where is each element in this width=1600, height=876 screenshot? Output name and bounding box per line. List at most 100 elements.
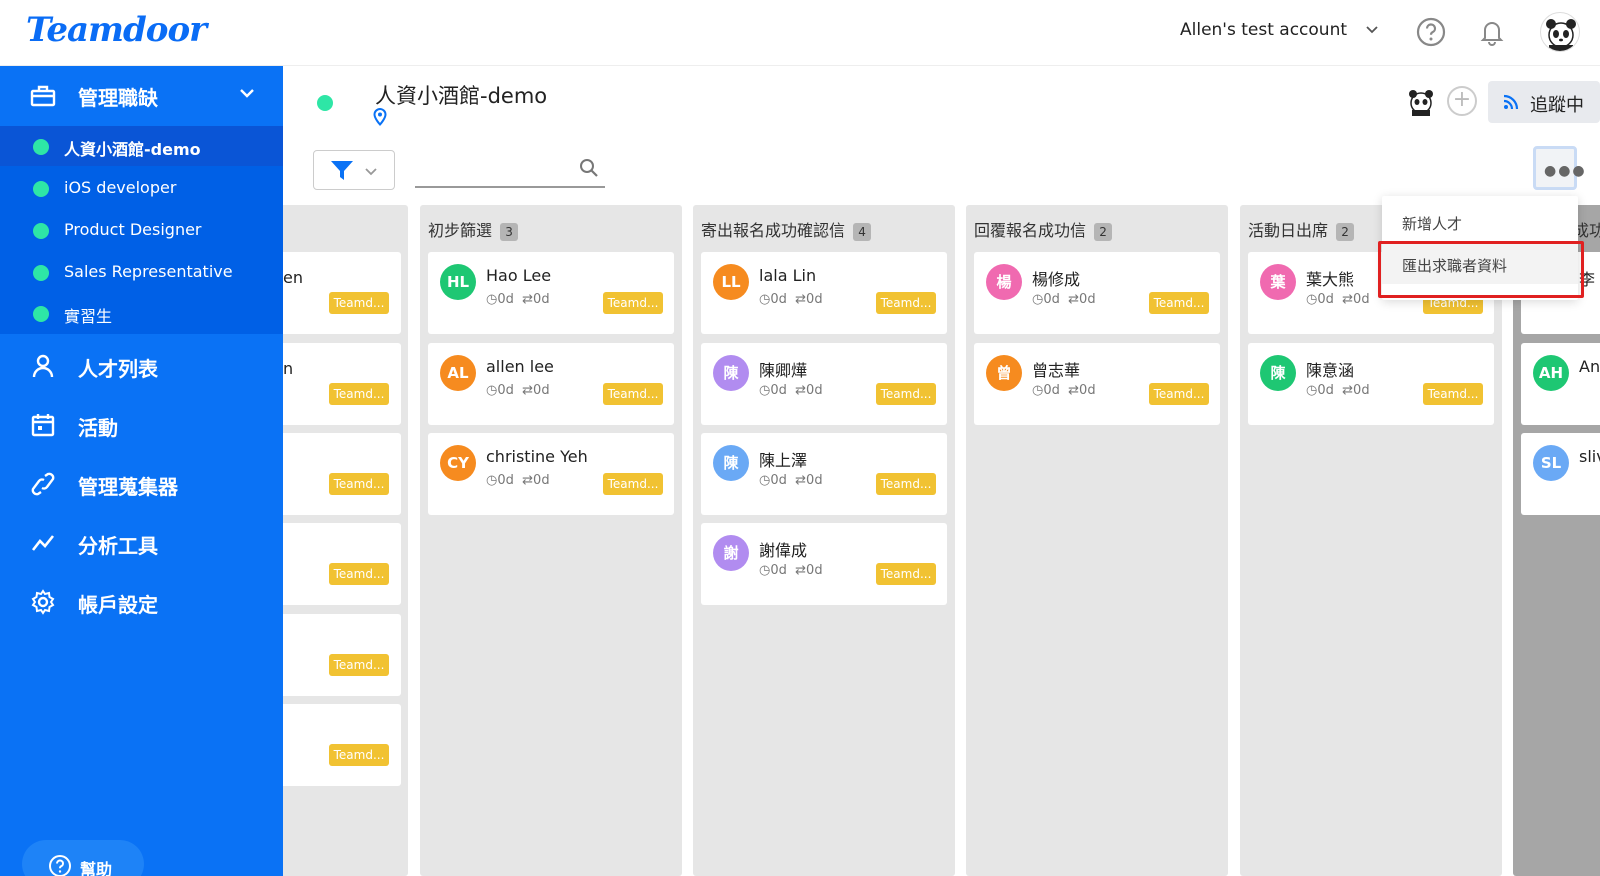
candidate-name: An <box>1579 357 1600 376</box>
time-in-stage: 0d <box>497 383 514 398</box>
avatar: 陳 <box>713 355 749 391</box>
sidebar-job-item[interactable]: Product Designer <box>0 210 283 250</box>
location-pin-icon[interactable] <box>373 107 387 130</box>
status-dot <box>33 306 49 322</box>
column-header[interactable]: 回覆報名成功信 2 <box>974 217 1113 241</box>
sidebar-item-label: 帳戶設定 <box>78 593 158 617</box>
chevron-down-icon[interactable] <box>238 84 256 106</box>
pipeline-column: 成功 李 AH An SL sliv <box>1513 205 1600 876</box>
job-list: 人資小酒館-demo iOS developer Product Designe… <box>0 126 283 334</box>
panda-icon[interactable] <box>1406 86 1436 116</box>
column-count-badge: 4 <box>853 222 872 241</box>
candidate-card[interactable]: 陳 陳上澤 ◷0d ⇄0d Teamd... <box>701 433 947 515</box>
user-avatar[interactable] <box>1540 12 1580 52</box>
follow-button[interactable]: 追蹤中 <box>1488 81 1600 123</box>
sidebar-group-manage-jobs[interactable]: 管理職缺 <box>0 66 283 126</box>
column-header[interactable]: 初步篩選 3 <box>428 217 519 241</box>
candidate-card[interactable]: LL lala Lin ◷0d ⇄0d Teamd... <box>701 252 947 334</box>
chevron-down-icon[interactable] <box>1365 22 1379 40</box>
column-header[interactable]: 活動日出席 2 <box>1248 217 1355 241</box>
sidebar-item-analytics[interactable]: 分析工具 <box>0 518 283 568</box>
sidebar-job-label: Sales Representative <box>64 262 233 281</box>
add-member-button[interactable]: + <box>1447 86 1477 116</box>
sidebar: 管理職缺 人資小酒館-demo iOS developer Product De… <box>0 66 283 876</box>
column-title: 活動日出席 <box>1248 221 1329 240</box>
candidate-card[interactable]: Teamd... <box>283 523 401 605</box>
stage-moves: 0d <box>1079 383 1096 398</box>
avatar: 謝 <box>713 535 749 571</box>
brand-logo[interactable]: Teamdoor <box>26 10 207 50</box>
candidate-meta: ◷0d ⇄0d <box>759 473 823 488</box>
sidebar-job-item[interactable]: iOS developer <box>0 168 283 208</box>
candidate-card[interactable]: 曾 曾志華 ◷0d ⇄0d Teamd... <box>974 343 1220 425</box>
candidate-card[interactable]: HL Hao Lee ◷0d ⇄0d Teamd... <box>428 252 674 334</box>
time-in-stage: 0d <box>497 292 514 307</box>
briefcase-icon <box>30 84 56 112</box>
sidebar-item-label: 分析工具 <box>78 534 158 558</box>
candidate-name: en <box>283 268 303 287</box>
stage-moves: 0d <box>1079 292 1096 307</box>
sidebar-item-account-settings[interactable]: 帳戶設定 <box>0 577 283 627</box>
filter-button[interactable] <box>313 150 395 190</box>
candidate-name: 陳上澤 <box>759 451 808 470</box>
candidate-card[interactable]: en Teamd... <box>283 252 401 334</box>
search-input[interactable] <box>415 152 575 184</box>
candidate-meta: ◷0d ⇄0d <box>759 563 823 578</box>
candidate-card[interactable]: 陳 陳卿燁 ◷0d ⇄0d Teamd... <box>701 343 947 425</box>
column-count-badge: 2 <box>1094 222 1113 241</box>
candidate-card[interactable]: 謝 謝偉成 ◷0d ⇄0d Teamd... <box>701 523 947 605</box>
source-tag: Teamd... <box>1423 383 1483 405</box>
source-tag: Teamd... <box>1149 292 1209 314</box>
bell-icon[interactable] <box>1476 16 1508 48</box>
source-tag: Teamd... <box>329 292 389 314</box>
status-dot <box>33 223 49 239</box>
help-circle-icon[interactable] <box>1415 16 1447 48</box>
candidate-card[interactable]: SL sliv <box>1521 433 1600 515</box>
time-in-stage: 0d <box>770 292 787 307</box>
source-tag: Teamd... <box>329 654 389 676</box>
stage-moves: 0d <box>1353 383 1370 398</box>
more-options-button[interactable]: ●●● <box>1533 146 1585 190</box>
candidate-card[interactable]: AH An <box>1521 343 1600 425</box>
sidebar-job-item[interactable]: Sales Representative <box>0 252 283 292</box>
candidate-card[interactable]: Teamd... <box>283 704 401 786</box>
chevron-down-icon <box>364 163 378 182</box>
candidate-meta: ◷0d ⇄0d <box>1306 383 1370 398</box>
candidate-card[interactable]: AL allen lee ◷0d ⇄0d Teamd... <box>428 343 674 425</box>
menu-item-add-talent[interactable]: 新增人才 <box>1382 202 1578 242</box>
help-label: 幫助 <box>80 860 113 876</box>
search-icon[interactable] <box>579 158 599 182</box>
source-tag: Teamd... <box>329 473 389 495</box>
stage-moves: 0d <box>806 383 823 398</box>
source-tag: Teamd... <box>1149 383 1209 405</box>
job-status-dot <box>317 95 333 111</box>
candidate-card[interactable]: CY christine Yeh ◷0d ⇄0d Teamd... <box>428 433 674 515</box>
candidate-card[interactable]: n Teamd... <box>283 343 401 425</box>
candidate-card[interactable]: Teamd... <box>283 433 401 515</box>
rss-icon <box>1502 93 1520 115</box>
sidebar-item-events[interactable]: 活動 <box>0 400 283 450</box>
sidebar-job-item[interactable]: 人資小酒館-demo <box>0 126 283 166</box>
candidate-card[interactable]: 陳 陳意涵 ◷0d ⇄0d Teamd... <box>1248 343 1494 425</box>
time-in-stage: 0d <box>1317 383 1334 398</box>
column-header[interactable]: 寄出報名成功確認信 4 <box>701 217 872 241</box>
help-button[interactable]: 幫助 <box>22 840 144 876</box>
highlight-annotation <box>1378 241 1584 298</box>
avatar: CY <box>440 445 476 481</box>
time-in-stage: 0d <box>770 563 787 578</box>
account-switcher[interactable]: Allen's test account <box>1180 20 1347 40</box>
sidebar-item-talent-list[interactable]: 人才列表 <box>0 341 283 391</box>
candidate-card[interactable]: 楊 楊修成 ◷0d ⇄0d Teamd... <box>974 252 1220 334</box>
candidate-card[interactable]: Teamd... <box>283 614 401 696</box>
time-in-stage: 0d <box>770 473 787 488</box>
time-in-stage: 0d <box>1043 383 1060 398</box>
sidebar-job-item[interactable]: 實習生 <box>0 293 283 333</box>
gear-icon <box>30 589 56 619</box>
stage-moves: 0d <box>806 292 823 307</box>
source-tag: Teamd... <box>603 292 663 314</box>
status-dot <box>33 265 49 281</box>
sidebar-item-collectors[interactable]: 管理蒐集器 <box>0 459 283 509</box>
column-title: 寄出報名成功確認信 <box>701 221 846 240</box>
sidebar-item-label: 人才列表 <box>78 357 158 381</box>
link-icon <box>30 471 56 501</box>
